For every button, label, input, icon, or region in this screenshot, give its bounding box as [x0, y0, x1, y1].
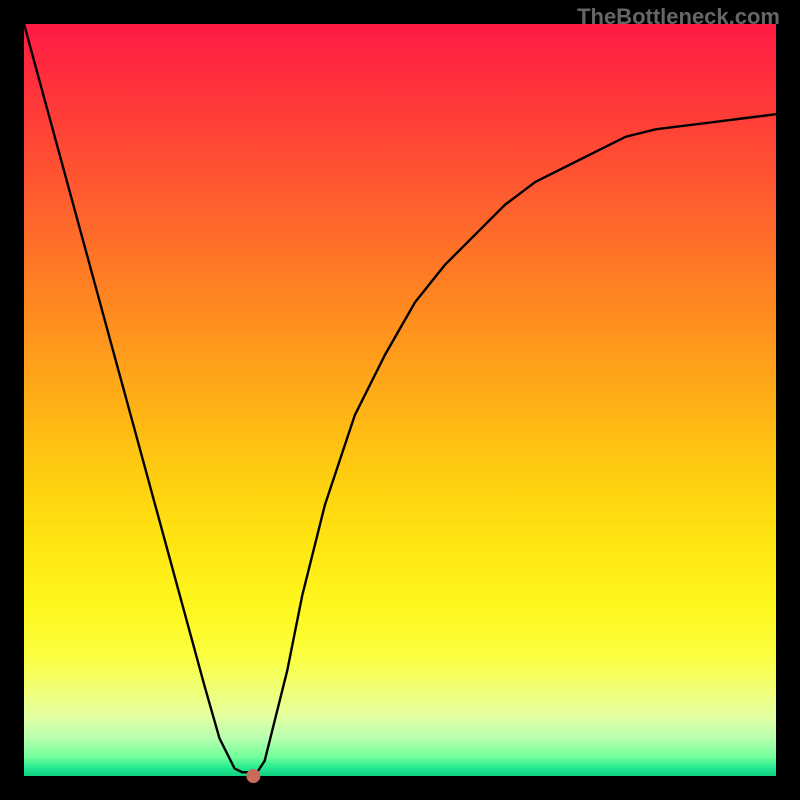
- bottleneck-curve-chart: [24, 24, 776, 776]
- optimal-point-marker: [246, 769, 260, 783]
- watermark-text: TheBottleneck.com: [577, 4, 780, 30]
- bottleneck-curve: [24, 24, 776, 772]
